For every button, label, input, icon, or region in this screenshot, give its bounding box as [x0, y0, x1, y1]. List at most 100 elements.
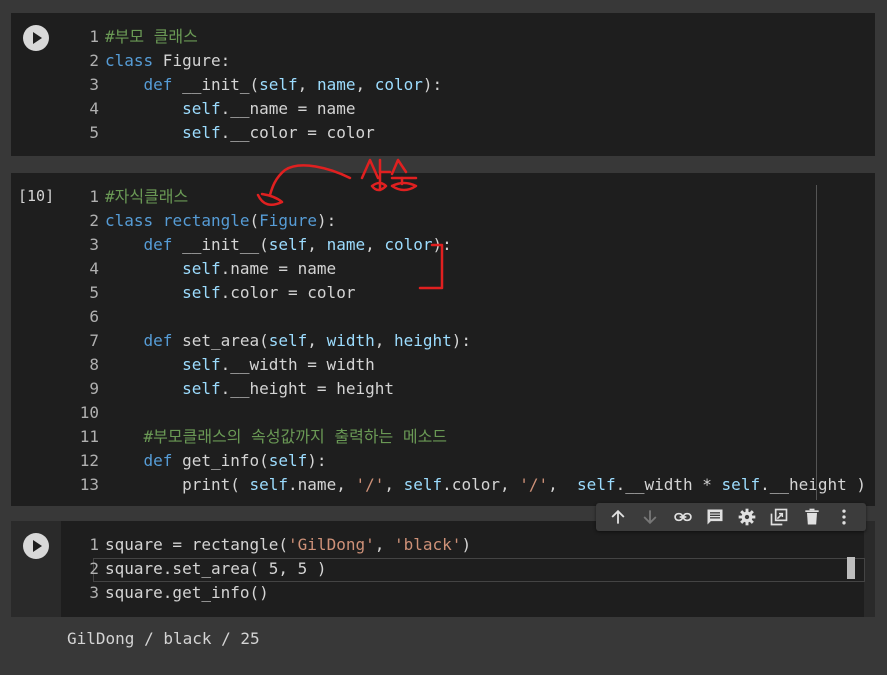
- code-token: __init_(: [172, 75, 260, 94]
- code-token: 'GilDong': [288, 535, 375, 554]
- link-icon[interactable]: [671, 505, 695, 529]
- code-token: .__height ): [760, 475, 867, 494]
- code-line[interactable]: 4 self.name = name: [73, 257, 865, 281]
- gear-icon[interactable]: [735, 505, 759, 529]
- code-token: ,: [384, 475, 404, 494]
- code-token: #부모클래스의 속성값까지 출력하는 메소드: [143, 427, 448, 446]
- code-line[interactable]: 11 #부모클래스의 속성값까지 출력하는 메소드: [73, 425, 865, 449]
- code-line[interactable]: 10: [73, 401, 865, 425]
- code-token: get_info(: [172, 451, 269, 470]
- code-line[interactable]: 2 class Figure:: [73, 49, 865, 73]
- line-number: 5: [89, 123, 99, 142]
- arrow-up-icon[interactable]: [606, 505, 630, 529]
- code-token: set_area(: [172, 331, 269, 350]
- code-token: name: [316, 75, 356, 94]
- code-line[interactable]: 7 def set_area(self, width, height):: [73, 329, 865, 353]
- code-token: ,: [297, 75, 317, 94]
- comment-icon[interactable]: [703, 505, 727, 529]
- code-token: ,: [307, 331, 327, 350]
- code-editor[interactable]: 1 #부모 클래스 2 class Figure: 3 def __init_(self…: [73, 25, 865, 145]
- code-editor[interactable]: 1 square = rectangle('GilDong', 'black') 2…: [73, 533, 865, 605]
- mirror-cell-icon[interactable]: [767, 505, 791, 529]
- line-number: 1: [89, 535, 99, 554]
- code-token: name: [326, 235, 366, 254]
- code-token: print: [182, 475, 231, 494]
- output-text: GilDong / black / 25: [67, 629, 260, 648]
- code-editor[interactable]: 1 #자식클래스 2 class rectangle(Figure): 3 def __…: [73, 185, 867, 497]
- code-line[interactable]: 1 #부모 클래스: [73, 25, 865, 49]
- cell-toolbar: [596, 503, 866, 531]
- code-line[interactable]: 12 def get_info(self):: [73, 449, 865, 473]
- code-token: #자식클래스: [105, 187, 189, 206]
- code-cell-2[interactable]: [10] 1 #자식클래스 2 class rectangle(Figure): 3 d…: [11, 173, 875, 506]
- code-line[interactable]: 1 #자식클래스: [73, 185, 865, 209]
- code-token: height: [394, 331, 452, 350]
- line-number: 1: [89, 187, 99, 206]
- cell-output: GilDong / black / 25: [11, 617, 875, 662]
- code-token: Figure: [259, 211, 317, 230]
- code-token: color: [374, 75, 423, 94]
- code-token: self: [182, 283, 221, 302]
- code-token: def: [143, 75, 173, 94]
- code-token: class: [105, 51, 154, 70]
- code-token: rectangle: [162, 211, 250, 230]
- code-token: ): [461, 535, 472, 554]
- line-number: 2: [89, 211, 99, 230]
- code-line[interactable]: 3 square.get_info(): [73, 581, 865, 605]
- code-line[interactable]: 9 self.__height = height: [73, 377, 865, 401]
- code-token: self: [182, 379, 221, 398]
- code-token: .color = color: [220, 283, 356, 302]
- code-token: .__width = width: [220, 355, 375, 374]
- code-line[interactable]: 4 self.__name = name: [73, 97, 865, 121]
- code-token: ):: [432, 235, 452, 254]
- ruler-line: [816, 185, 817, 500]
- code-token: ,: [374, 331, 394, 350]
- code-cell-3[interactable]: 1 square = rectangle('GilDong', 'black') 2…: [11, 521, 875, 617]
- line-number: 2: [89, 559, 99, 578]
- code-token: .name = name: [220, 259, 337, 278]
- code-line[interactable]: 5 self.__color = color: [73, 121, 865, 145]
- line-number: 2: [89, 51, 99, 70]
- code-token: .__name = name: [220, 99, 356, 118]
- more-vert-icon[interactable]: [832, 505, 856, 529]
- code-line[interactable]: 5 self.color = color: [73, 281, 865, 305]
- code-token: (: [230, 475, 250, 494]
- code-line[interactable]: 13 print( self.name, '/', self.color, '/…: [73, 473, 867, 497]
- code-token: ):: [307, 451, 327, 470]
- line-number: 5: [89, 283, 99, 302]
- code-line[interactable]: 2 class rectangle(Figure):: [73, 209, 865, 233]
- code-line[interactable]: 3 def __init_(self, name, color):: [73, 73, 865, 97]
- run-cell-button[interactable]: [23, 25, 49, 51]
- line-number: 3: [89, 583, 99, 602]
- play-icon: [33, 540, 42, 552]
- code-token: self: [268, 451, 308, 470]
- code-token: def: [143, 451, 173, 470]
- arrow-down-icon[interactable]: [638, 505, 662, 529]
- code-line[interactable]: 1 square = rectangle('GilDong', 'black'): [73, 533, 865, 557]
- code-token: ):: [451, 331, 472, 350]
- line-number: 11: [79, 427, 99, 446]
- line-number: 10: [79, 403, 99, 422]
- trash-icon[interactable]: [800, 505, 824, 529]
- code-token: .name,: [288, 475, 356, 494]
- code-cell-1[interactable]: 1 #부모 클래스 2 class Figure: 3 def __init_(self…: [11, 13, 875, 156]
- code-line[interactable]: 8 self.__width = width: [73, 353, 865, 377]
- run-cell-button[interactable]: [23, 533, 49, 559]
- code-token: self: [249, 475, 289, 494]
- code-line[interactable]: 3 def __init__(self, name, color):: [73, 233, 865, 257]
- line-number: 1: [89, 27, 99, 46]
- code-line[interactable]: 6: [73, 305, 865, 329]
- code-token: square.get_info(): [105, 583, 269, 602]
- code-line[interactable]: 2 square.set_area( 5, 5 ): [73, 557, 865, 581]
- code-token: square = rectangle(: [105, 535, 289, 554]
- code-token: ,: [365, 235, 385, 254]
- execution-count: [10]: [18, 187, 55, 205]
